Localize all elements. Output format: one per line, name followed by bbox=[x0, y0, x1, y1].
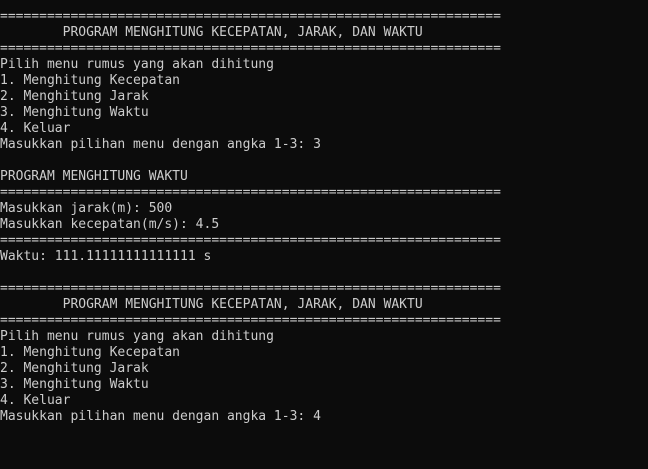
menu-choice-input: Masukkan pilihan menu dengan angka 1-3: … bbox=[0, 137, 321, 152]
speed-input: Masukkan kecepatan(m/s): 4.5 bbox=[0, 217, 220, 232]
menu-item-jarak: 2. Menghitung Jarak bbox=[0, 89, 149, 104]
menu-prompt: Pilih menu rumus yang akan dihitung bbox=[0, 329, 274, 344]
menu-item-kecepatan: 1. Menghitung Kecepatan bbox=[0, 345, 181, 360]
menu-item-keluar: 4. Keluar bbox=[0, 393, 71, 408]
menu-item-waktu: 3. Menghitung Waktu bbox=[0, 105, 149, 120]
distance-input: Masukkan jarak(m): 500 bbox=[0, 201, 173, 216]
result-output: Waktu: 111.11111111111111 s bbox=[0, 249, 212, 264]
menu-item-kecepatan: 1. Menghitung Kecepatan bbox=[0, 73, 181, 88]
menu-item-waktu: 3. Menghitung Waktu bbox=[0, 377, 149, 392]
separator-line: ========================================… bbox=[0, 9, 501, 24]
menu-prompt: Pilih menu rumus yang akan dihitung bbox=[0, 57, 274, 72]
menu-item-jarak: 2. Menghitung Jarak bbox=[0, 361, 149, 376]
menu-item-keluar: 4. Keluar bbox=[0, 121, 71, 136]
separator-line: ========================================… bbox=[0, 185, 501, 200]
section-title-waktu: PROGRAM MENGHITUNG WAKTU bbox=[0, 169, 188, 184]
separator-line: ========================================… bbox=[0, 281, 501, 296]
separator-line: ========================================… bbox=[0, 41, 501, 56]
console-window[interactable]: ========================================… bbox=[0, 0, 648, 469]
program-title: PROGRAM MENGHITUNG KECEPATAN, JARAK, DAN… bbox=[0, 25, 423, 40]
separator-line: ========================================… bbox=[0, 313, 501, 328]
menu-choice-input[interactable]: Masukkan pilihan menu dengan angka 1-3: … bbox=[0, 409, 648, 425]
program-title: PROGRAM MENGHITUNG KECEPATAN, JARAK, DAN… bbox=[0, 297, 423, 312]
separator-line: ========================================… bbox=[0, 233, 501, 248]
